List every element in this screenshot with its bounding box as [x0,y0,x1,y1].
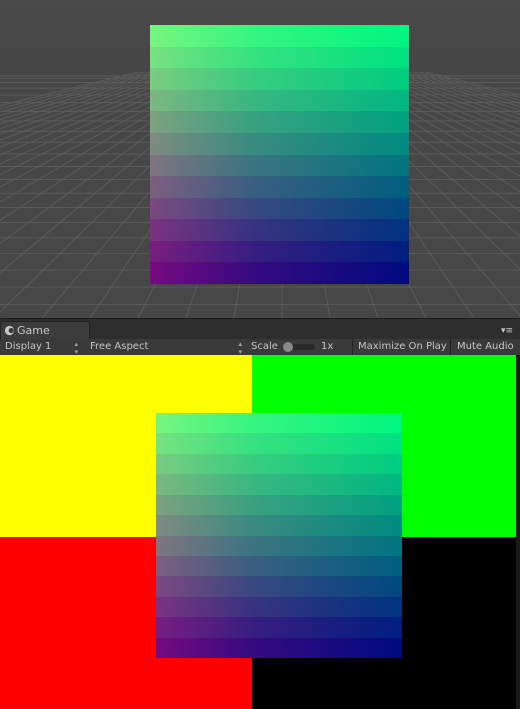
game-controller-icon [4,325,15,336]
aspect-dropdown-label: Free Aspect [90,341,149,352]
scene-view[interactable] [0,0,520,318]
game-view-edge [516,355,520,709]
game-gradient-quad [156,413,402,658]
tab-game-label: Game [17,324,50,337]
dropdown-arrows-icon: ▴ ▾ [74,340,78,356]
scene-gradient-quad[interactable] [150,25,409,284]
scale-label: Scale [251,341,278,352]
grid-line [0,71,139,107]
game-view[interactable] [0,355,520,709]
game-toolbar: Display 1 ▴ ▾ Free Aspect ▴ ▾ Scale 1x Max… [0,339,520,356]
quad-gradient-softener [156,413,402,658]
tab-game[interactable]: Game [0,321,90,340]
tab-menu-icon[interactable]: ▾≡ [501,326,515,336]
display-dropdown[interactable]: Display 1 ▴ ▾ [0,339,82,356]
game-tab-bar: Game ▾≡ [0,318,520,340]
mute-audio-toggle[interactable]: Mute Audio [450,339,520,355]
display-dropdown-label: Display 1 [5,341,52,352]
maximize-on-play-toggle[interactable]: Maximize On Play [352,339,450,355]
grid-line [395,71,520,111]
scale-value: 1x [321,341,334,352]
grid-line [0,71,175,130]
unity-editor-window: Game ▾≡ Display 1 ▴ ▾ Free Aspect ▴ ▾ Scal… [0,0,520,709]
quad-gradient-fill [156,413,402,658]
quad-gradient-fill [150,25,409,284]
grid-line [0,71,157,117]
scale-slider[interactable] [283,342,315,352]
grid-line [425,71,520,96]
dropdown-arrows-icon: ▴ ▾ [238,340,242,356]
aspect-dropdown[interactable]: Free Aspect ▴ ▾ [84,339,246,356]
scale-slider-knob[interactable] [283,342,293,352]
quad-gradient-softener [150,25,409,284]
